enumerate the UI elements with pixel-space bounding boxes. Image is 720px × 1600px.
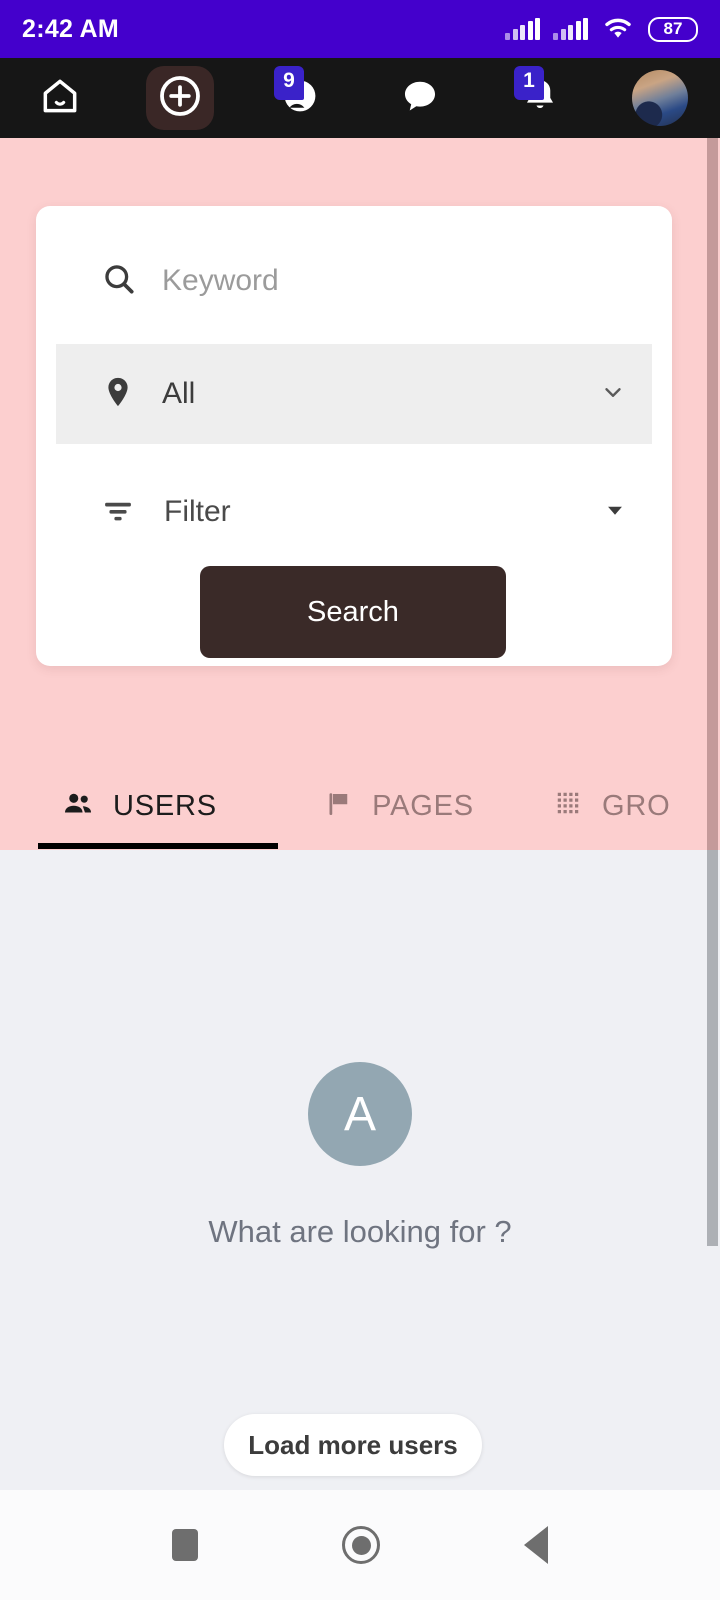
battery-indicator: 87	[648, 16, 698, 42]
nav-item-friends[interactable]: 9	[240, 58, 360, 138]
tab-groups[interactable]: GRO	[520, 762, 720, 850]
content-scrollbar[interactable]	[707, 850, 718, 1246]
home-icon	[38, 74, 82, 123]
back-button[interactable]	[524, 1526, 548, 1564]
search-button[interactable]: Search	[200, 566, 506, 658]
status-bar: 2:42 AM 87	[0, 0, 720, 58]
triangle-left-icon	[524, 1526, 548, 1564]
plus-circle-icon	[156, 72, 204, 125]
nav-item-messages[interactable]	[360, 58, 480, 138]
location-value: All	[162, 377, 196, 410]
tab-users[interactable]: USERS	[0, 762, 278, 850]
empty-state: A What are looking for ?	[0, 1062, 720, 1250]
status-bar-icons: 87	[505, 14, 698, 45]
app-top-nav: 9 1	[0, 58, 720, 138]
tab-users-label: USERS	[113, 789, 217, 822]
nav-item-home[interactable]	[0, 58, 120, 138]
friends-badge: 9	[274, 66, 304, 100]
result-tabs: USERS PAGES GRO	[0, 762, 720, 850]
status-bar-time: 2:42 AM	[22, 14, 120, 43]
wifi-icon	[601, 14, 635, 45]
grid-icon	[554, 789, 584, 824]
filter-icon	[100, 492, 136, 533]
home-button[interactable]	[342, 1526, 380, 1564]
recents-button[interactable]	[172, 1529, 198, 1561]
notifications-badge: 1	[514, 66, 544, 100]
keyword-field[interactable]: Keyword	[56, 226, 652, 336]
people-icon	[61, 787, 95, 826]
filter-value: Filter	[164, 495, 231, 528]
signal-bars-icon-2	[553, 18, 588, 40]
keyword-placeholder: Keyword	[162, 264, 279, 297]
empty-state-message: What are looking for ?	[208, 1214, 512, 1249]
filter-select[interactable]: Filter	[56, 462, 652, 562]
load-more-users-button[interactable]: Load more users	[224, 1414, 482, 1476]
empty-state-avatar: A	[308, 1062, 412, 1166]
tab-pages[interactable]: PAGES	[278, 762, 520, 850]
nav-item-create[interactable]	[120, 58, 240, 138]
flag-icon	[324, 789, 354, 824]
square-icon	[172, 1529, 198, 1561]
chevron-down-icon	[598, 377, 628, 412]
header-scrollbar[interactable]	[707, 138, 718, 850]
chat-bubble-icon	[398, 74, 442, 123]
android-navigation-bar	[0, 1490, 720, 1600]
circle-icon	[342, 1526, 380, 1564]
location-select[interactable]: All	[56, 344, 652, 444]
tab-groups-label: GRO	[602, 789, 671, 822]
avatar	[632, 70, 688, 126]
active-tab-indicator	[38, 843, 278, 849]
app-screen: 2:42 AM 87 9 1 Keyword All Filter Search…	[0, 0, 720, 1600]
tab-pages-label: PAGES	[372, 789, 474, 822]
location-pin-icon	[100, 374, 136, 415]
nav-item-notifications[interactable]: 1	[480, 58, 600, 138]
nav-item-profile[interactable]	[600, 58, 720, 138]
caret-down-icon	[602, 497, 628, 528]
signal-bars-icon	[505, 18, 540, 40]
search-icon	[100, 260, 138, 303]
search-card: Keyword All Filter Search	[36, 206, 672, 666]
